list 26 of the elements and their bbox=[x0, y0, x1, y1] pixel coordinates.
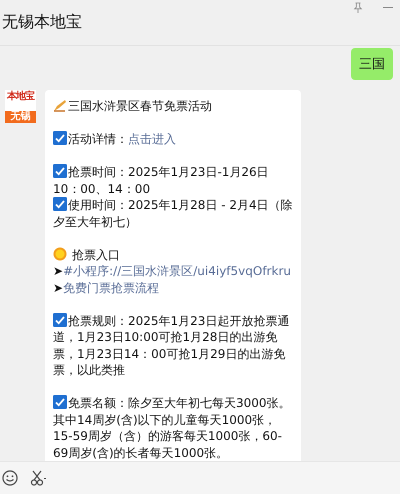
minimize-icon[interactable] bbox=[383, 7, 393, 9]
message-text: 抢票规则：2025年1月23日起开放抢票通道，1月23日10:00可抢1月28日的出游免票，1月23日14：00可抢1月29日的出游免票，以此类推 bbox=[53, 312, 290, 378]
message-link[interactable]: 点击进入 bbox=[128, 132, 176, 146]
checkbox-icon bbox=[53, 164, 67, 178]
emoji-icon[interactable] bbox=[2, 470, 18, 486]
sent-message: 三国 bbox=[351, 48, 393, 80]
avatar-logo: 本地宝 无锡 bbox=[5, 90, 36, 123]
message-link[interactable]: ui4iyf5vqOfrkru bbox=[197, 264, 291, 278]
checkbox-icon bbox=[53, 131, 67, 145]
message-text: 免票名额：除夕至大年初七每天3000张。其中14周岁(含)以下的儿童每天1000张，15-59周岁（含）的游客每天1000张，60-69周岁(含)的长者每天1000张。 bbox=[53, 395, 292, 461]
checkbox-icon bbox=[53, 197, 67, 211]
message-text: 抢票时间：2025年1月23日-1月26日 10：00、14：00 bbox=[53, 164, 270, 197]
window-title: 无锡本地宝 bbox=[2, 12, 83, 33]
message-link[interactable]: 免费门票抢票流程 bbox=[63, 280, 160, 294]
message-text: 抢票入口➤#小程序://三国水浒景区/ui4iyf5vqOfrkru bbox=[53, 246, 292, 280]
scissors-icon[interactable] bbox=[30, 470, 48, 486]
message-text: 三国水浒景区春节免票活动 bbox=[53, 98, 293, 114]
pencil-hand-icon bbox=[53, 98, 67, 112]
pin-icon[interactable] bbox=[353, 2, 363, 14]
sun-icon bbox=[53, 246, 67, 260]
checkbox-icon bbox=[53, 312, 67, 326]
message-text: 活动详情：点击进入 bbox=[53, 131, 293, 148]
checkbox-icon bbox=[53, 395, 67, 409]
message-link[interactable]: #小程序://三国水浒景区/ bbox=[63, 264, 198, 278]
message-text: 使用时间：2025年1月28日 - 2月4日（除夕至大年初七） bbox=[53, 197, 293, 230]
message-text: ➤免费门票抢票流程 bbox=[53, 280, 160, 296]
